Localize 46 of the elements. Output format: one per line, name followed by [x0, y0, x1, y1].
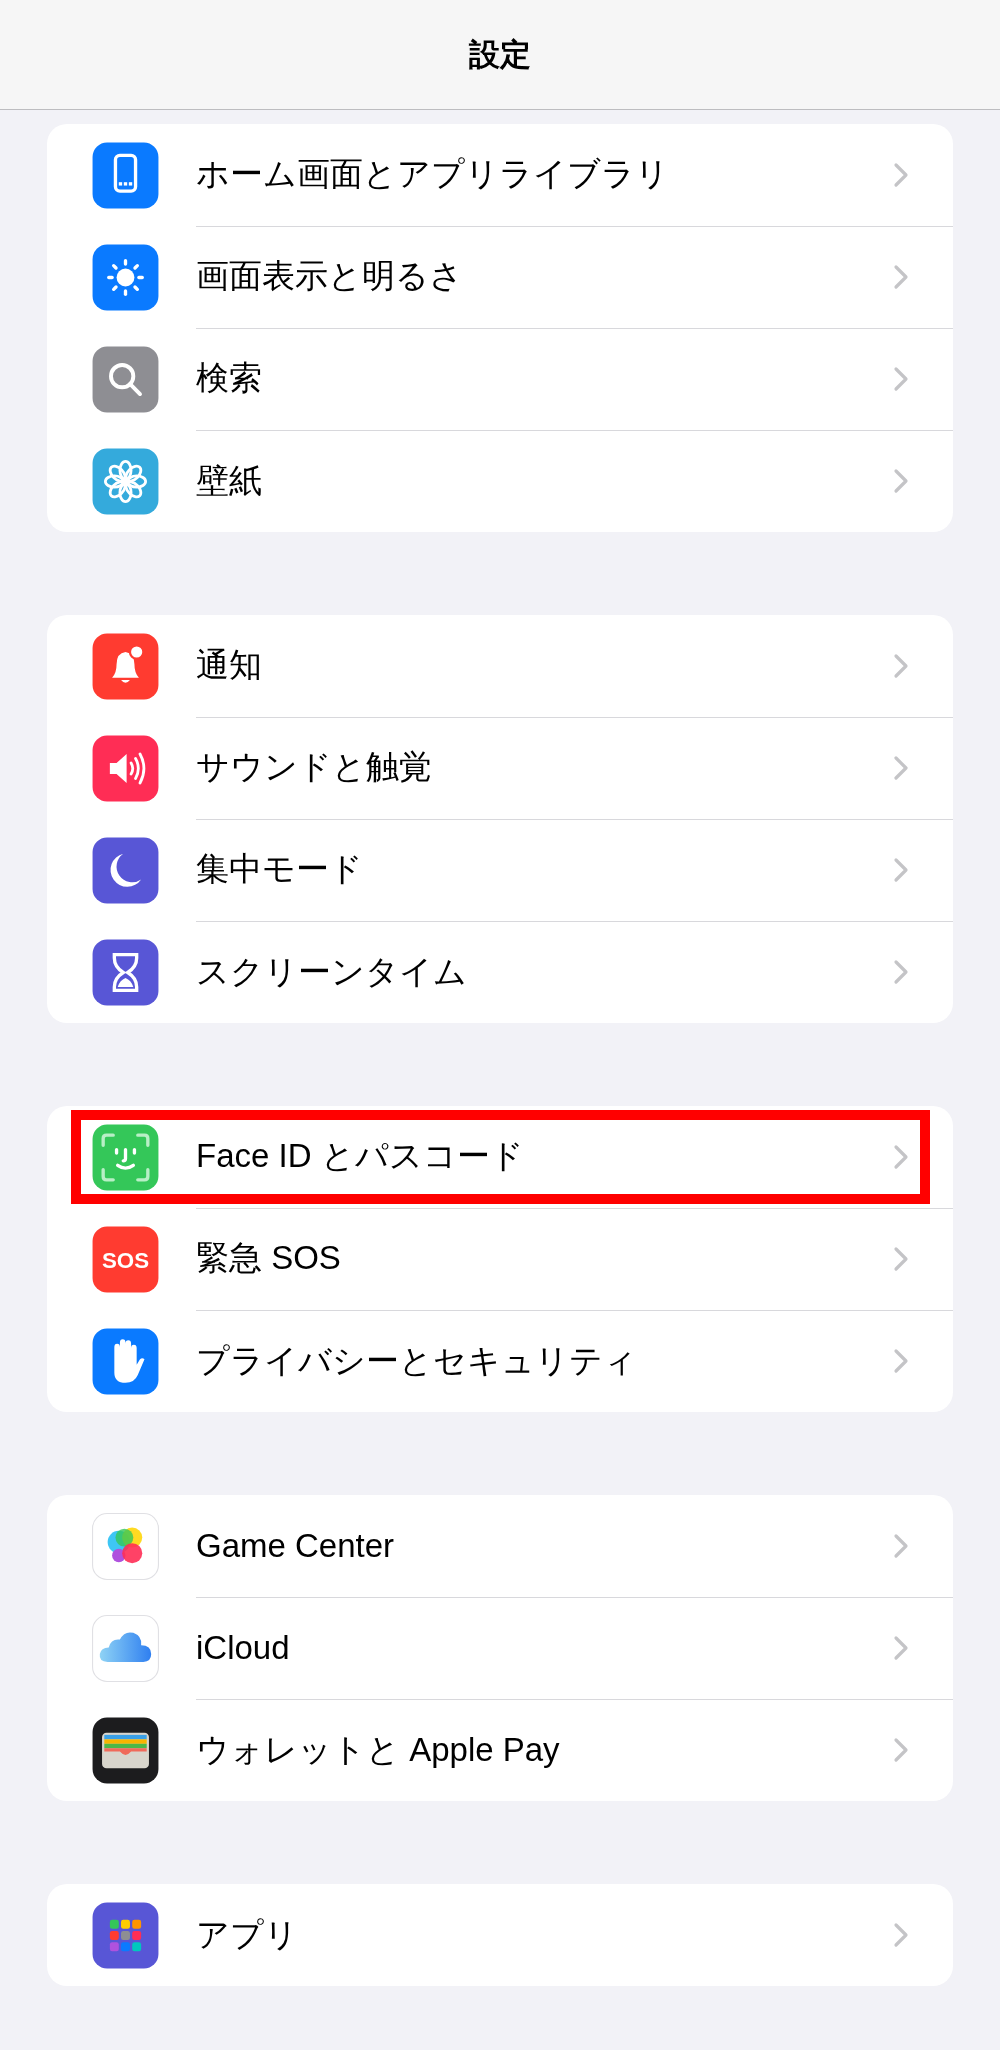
chevron-icon — [893, 1922, 909, 1948]
sun-icon — [92, 243, 159, 311]
settings-row[interactable]: 画面表示と明るさ — [47, 226, 953, 328]
face-scan-icon — [92, 1123, 159, 1191]
chevron-icon — [893, 1634, 909, 1661]
moon-icon — [92, 836, 159, 904]
wallet-icon — [92, 1716, 159, 1784]
search-icon — [92, 345, 159, 413]
bell-icon — [92, 632, 159, 700]
settings-row[interactable]: iCloud — [47, 1597, 953, 1699]
chevron-icon — [893, 263, 909, 290]
chevron-icon — [893, 1348, 909, 1374]
hand-icon — [92, 1327, 159, 1395]
settings-row[interactable]: アプリ — [47, 1884, 953, 1986]
settings-row[interactable]: 通知 — [47, 615, 953, 717]
flower-icon — [92, 447, 159, 515]
chevron-icon — [893, 1532, 909, 1559]
settings-row[interactable]: Game Center — [47, 1495, 953, 1597]
chevron-icon — [893, 468, 909, 494]
settings-row[interactable]: サウンドと触覚 — [47, 717, 953, 819]
cloud-icon — [92, 1614, 159, 1682]
chevron-icon — [893, 365, 909, 392]
app-grid-icon — [92, 1901, 159, 1969]
hourglass-icon — [92, 938, 159, 1006]
settings-row[interactable]: プライバシーとセキュリティ — [47, 1310, 953, 1412]
bubbles-icon — [92, 1512, 159, 1580]
screen-title: 設定 — [469, 37, 531, 72]
chevron-icon — [893, 1737, 909, 1763]
settings-row[interactable]: 集中モード — [47, 819, 953, 921]
chevron-icon — [893, 1143, 909, 1170]
settings-row[interactable]: 検索 — [47, 328, 953, 430]
chevron-icon — [893, 754, 909, 781]
chevron-icon — [893, 959, 909, 985]
chevron-icon — [893, 652, 909, 679]
chevron-icon — [893, 856, 909, 883]
settings-row[interactable]: スクリーンタイム — [47, 921, 953, 1023]
settings-row[interactable]: 壁紙 — [47, 430, 953, 532]
sos-icon: SOS — [92, 1225, 159, 1293]
speaker-icon — [92, 734, 159, 802]
settings-row[interactable]: ウォレットと Apple Pay — [47, 1699, 953, 1801]
settings-row[interactable]: ホーム画面とアプリライブラリ — [47, 124, 953, 226]
settings-row[interactable]: Face ID とパスコード — [47, 1106, 953, 1208]
phone-icon — [92, 141, 159, 209]
settings-row[interactable]: SOS 緊急 SOS — [47, 1208, 953, 1310]
chevron-icon — [893, 161, 909, 188]
chevron-icon — [893, 1245, 909, 1272]
